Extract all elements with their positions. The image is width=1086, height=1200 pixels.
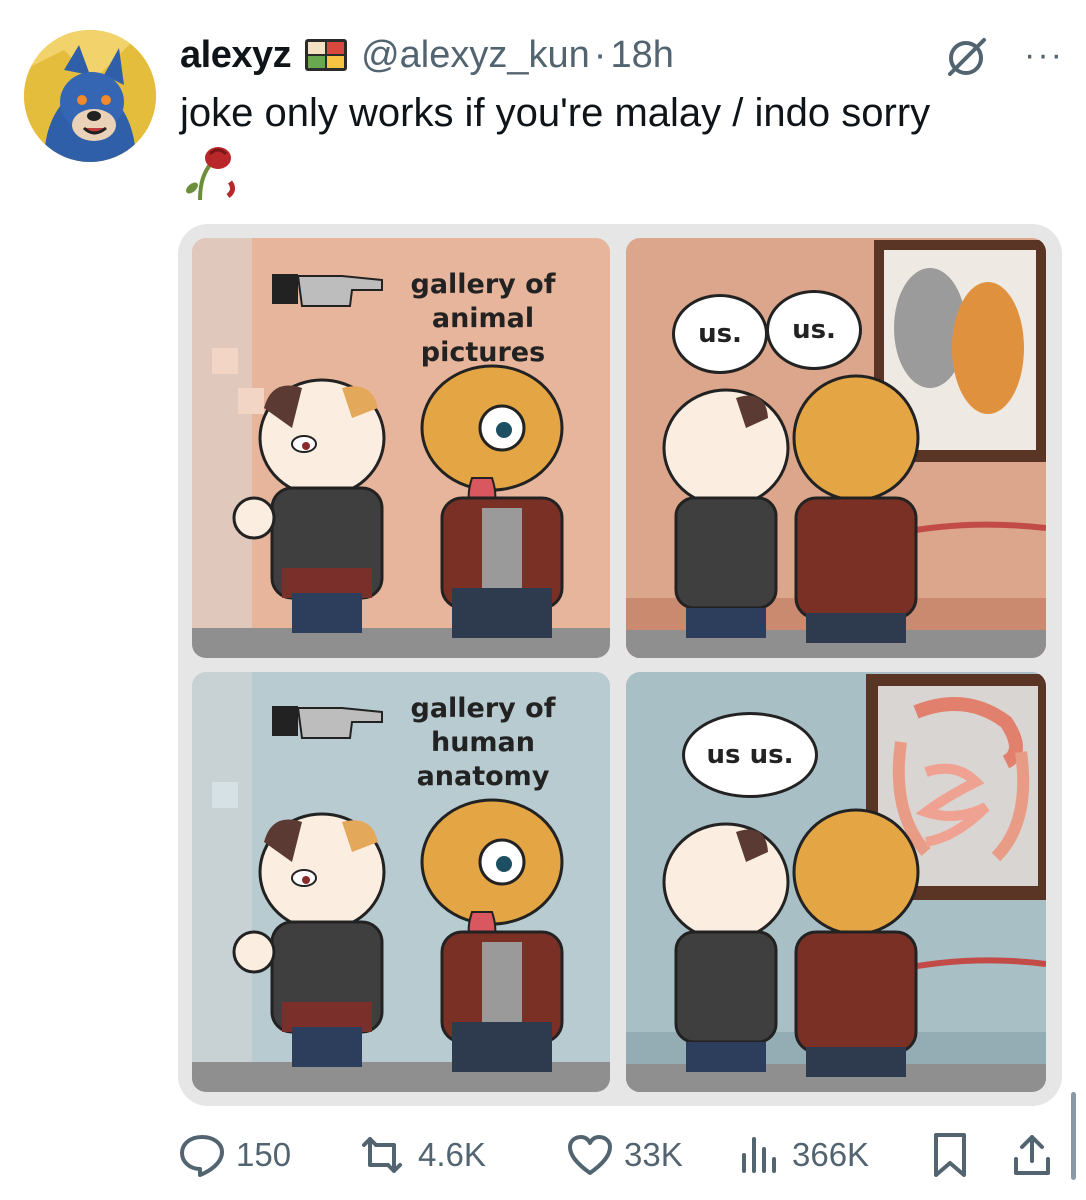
reply-button[interactable]: 150	[178, 1120, 291, 1190]
comic-panel-3: gallery of human anatomy	[192, 672, 610, 1092]
panel-1-caption: gallery of animal pictures	[368, 268, 598, 370]
scrollbar[interactable]	[1071, 1092, 1076, 1180]
reply-count: 150	[236, 1136, 292, 1173]
heart-icon	[568, 1135, 612, 1175]
display-name[interactable]: alexyz	[180, 34, 292, 77]
like-count: 33K	[624, 1136, 683, 1173]
tweet-actions: 150 4.6K 33K 366K	[178, 1120, 1068, 1190]
bento-box-icon	[303, 35, 349, 75]
tweet-text: joke only works if you're malay / indo s…	[180, 91, 931, 135]
reply-icon	[180, 1135, 224, 1177]
speech-bubble-right: us.	[766, 290, 862, 370]
grok-icon[interactable]	[944, 34, 990, 80]
avatar-image	[24, 30, 156, 162]
share-button[interactable]	[1010, 1120, 1064, 1190]
repost-icon	[362, 1137, 402, 1173]
comic-panel-4: us us.	[626, 672, 1046, 1092]
views-button[interactable]: 366K	[738, 1120, 869, 1190]
user-handle[interactable]: @alexyz_kun	[361, 34, 590, 77]
separator-dot: ·	[593, 33, 607, 76]
views-icon	[742, 1137, 776, 1173]
caption-line-2: human anatomy	[416, 727, 550, 792]
speech-bubble-left: us.	[672, 294, 768, 374]
timestamp[interactable]: 18h	[610, 34, 673, 77]
speech-bubble: us us.	[682, 712, 818, 798]
avatar[interactable]	[24, 30, 156, 162]
like-button[interactable]: 33K	[566, 1120, 683, 1190]
caption-line-1: gallery of	[410, 693, 556, 724]
caption-line-2: animal pictures	[420, 303, 546, 368]
caption-line-1: gallery of	[410, 269, 556, 300]
views-count: 366K	[792, 1136, 870, 1173]
comic-panel-1: gallery of animal pictures	[192, 238, 610, 658]
wilted-rose-icon	[178, 142, 242, 202]
bookmark-button[interactable]	[930, 1120, 980, 1190]
more-options-button[interactable]: ···	[1024, 36, 1064, 75]
repost-count: 4.6K	[418, 1136, 486, 1173]
repost-button[interactable]: 4.6K	[356, 1120, 486, 1190]
comic-panel-2: us. us.	[626, 238, 1046, 658]
tweet-media[interactable]: gallery of animal pictures us. us. galle…	[178, 224, 1062, 1106]
panel-3-caption: gallery of human anatomy	[368, 692, 598, 794]
share-icon	[1014, 1135, 1050, 1175]
bookmark-icon	[934, 1133, 966, 1177]
tweet-header: alexyz @alexyz_kun · 18h	[180, 30, 1066, 80]
